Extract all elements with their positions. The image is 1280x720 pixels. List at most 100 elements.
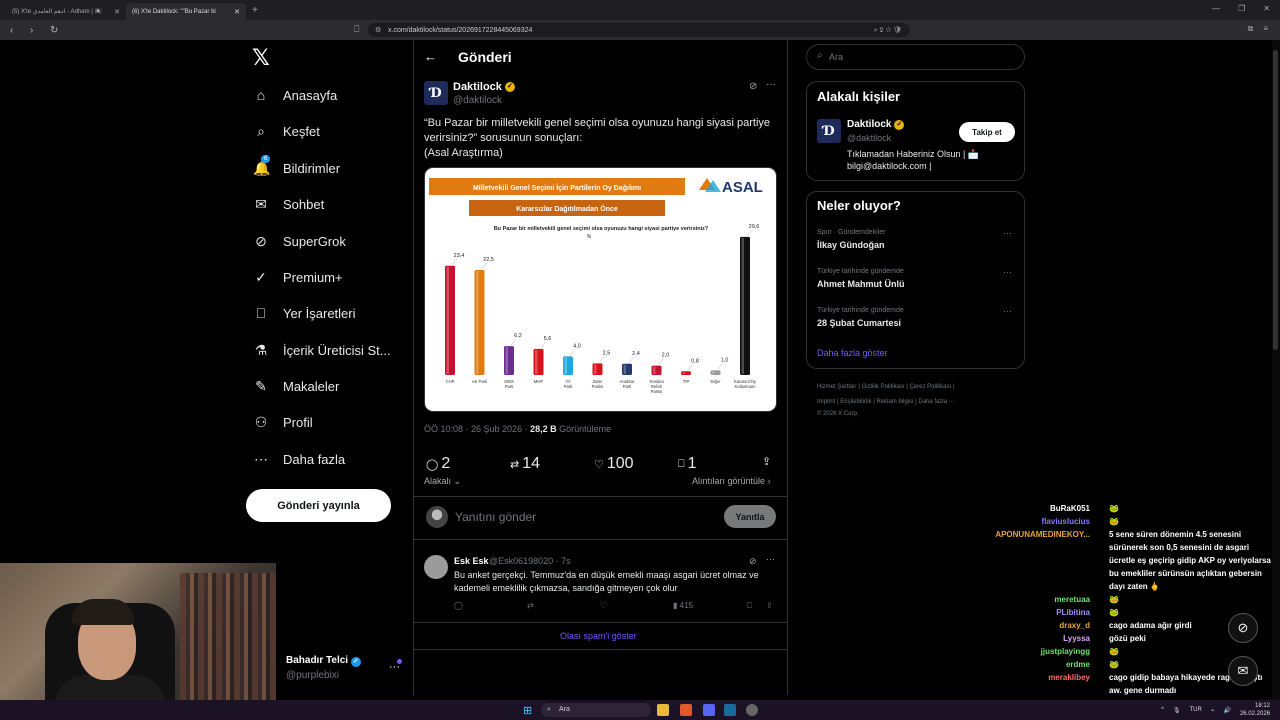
- view-quotes-link[interactable]: Alıntıları görüntüle ›: [692, 476, 771, 486]
- author-handle[interactable]: @daktilock: [453, 95, 502, 106]
- trend-more-icon[interactable]: ···: [1003, 306, 1012, 316]
- trend-item[interactable]: 28 Şubat Cumartesi: [817, 318, 901, 328]
- show-more-link[interactable]: Daha fazla göster: [817, 348, 888, 358]
- nav-item-label: Premium+: [283, 270, 343, 285]
- grok-fab-icon[interactable]: ⊘: [1228, 613, 1258, 643]
- close-icon[interactable]: ✕: [114, 8, 120, 16]
- related-name[interactable]: Daktilock ✓: [847, 119, 905, 130]
- minimize-icon[interactable]: —: [1212, 4, 1220, 13]
- category-label: İYİ Parti: [564, 379, 573, 389]
- back-icon[interactable]: ‹: [10, 25, 20, 36]
- trend-item[interactable]: İlkay Gündoğan: [817, 240, 885, 250]
- related-avatar[interactable]: Ɗ: [817, 119, 841, 143]
- comment-avatar[interactable]: [424, 555, 448, 579]
- nav-item-more-circle[interactable]: ⋯ Daha fazla: [253, 451, 345, 468]
- search-box[interactable]: ⌕ Ara: [806, 44, 1025, 70]
- nav-item-studio[interactable]: ⚗ İçerik Üreticisi St...: [253, 342, 391, 359]
- close-icon[interactable]: ✕: [234, 8, 240, 16]
- show-spam-link[interactable]: Olası spam'i göster: [560, 631, 637, 641]
- related-handle[interactable]: @daktilock: [847, 133, 891, 143]
- volume-icon[interactable]: 🔊: [1223, 707, 1230, 714]
- trend-more-icon[interactable]: ···: [1003, 267, 1012, 277]
- repost-icon[interactable]: ⇄: [527, 601, 534, 610]
- views-action[interactable]: ▮ 415: [673, 601, 693, 610]
- site-info-icon[interactable]: ⚙: [375, 26, 381, 34]
- share-icon[interactable]: ⇪: [766, 601, 773, 610]
- sort-dropdown[interactable]: Alakalı ⌄: [424, 476, 461, 487]
- menu-icon[interactable]: ≡: [1263, 24, 1268, 34]
- windows-start-icon[interactable]: ⊞: [523, 704, 532, 717]
- bar-highlight-5: [594, 364, 597, 374]
- trend-more-icon[interactable]: ···: [1003, 228, 1012, 238]
- x-logo[interactable]: 𝕏: [252, 46, 270, 71]
- browser-tab-active[interactable]: (6) X'te Daktilock: ""Bu Pazar bi ✕: [126, 3, 246, 20]
- grok-icon[interactable]: ⊘: [749, 81, 757, 92]
- follow-button[interactable]: Takip et: [959, 122, 1015, 142]
- share-action[interactable]: ⇪: [762, 455, 771, 468]
- scrollbar-thumb[interactable]: [1273, 50, 1278, 350]
- reply-button[interactable]: Yanıtla: [724, 505, 776, 528]
- steam-icon[interactable]: [724, 704, 736, 716]
- zoom-share-icons[interactable]: ⌕ ⇪ ☆ 🛡: [874, 26, 902, 35]
- user-avatar[interactable]: [426, 506, 448, 528]
- reply-icon[interactable]: ◯: [454, 601, 463, 610]
- more-options-icon[interactable]: ···: [766, 554, 775, 564]
- reload-icon[interactable]: ↻: [50, 25, 60, 36]
- heart-icon[interactable]: ♡: [600, 601, 607, 610]
- nav-item-article[interactable]: ✎ Makaleler: [253, 378, 339, 395]
- comment-author[interactable]: Esk Esk: [454, 556, 489, 566]
- close-window-icon[interactable]: ✕: [1263, 4, 1270, 13]
- nav-item-premium[interactable]: ✓ Premium+: [253, 269, 343, 286]
- comment-handle[interactable]: @Esk06198020 · 7s: [489, 556, 571, 566]
- trend-category: Spor · Gündemdekiler: [817, 229, 886, 236]
- nav-item-search[interactable]: ⌕ Keşfet: [253, 123, 320, 140]
- chart-image[interactable]: Milletvekili Genel Seçimi İçin Partileri…: [424, 167, 777, 412]
- nav-item-bell[interactable]: 🔔 6 Bildirimler: [253, 155, 340, 177]
- bar-leader-line: [481, 262, 487, 270]
- like-action[interactable]: ♡ 100: [594, 455, 634, 473]
- taskbar-search[interactable]: ⌕ Ara: [541, 703, 651, 717]
- nav-item-mail[interactable]: ✉ Sohbet: [253, 196, 324, 213]
- search-input[interactable]: Ara: [829, 52, 843, 62]
- more-options-icon[interactable]: ···: [766, 79, 776, 90]
- file-explorer-icon[interactable]: [657, 704, 669, 716]
- bookmark-icon[interactable]: ⎕: [747, 601, 752, 611]
- account-switcher[interactable]: Bahadır Telci ✓ @purplebixi: [286, 655, 361, 681]
- browser-tab[interactable]: (5) X'te ادهم العامدي - Adham | 🏴‍☠️ ✕: [6, 3, 126, 20]
- brave-browser-icon[interactable]: [680, 704, 692, 716]
- extensions-icon[interactable]: ⧉: [1248, 24, 1254, 34]
- bookmark-page-icon[interactable]: ⎕: [354, 24, 359, 35]
- category-label: Yeniden Refah Partisi: [649, 379, 665, 394]
- footer-links[interactable]: Hizmet Şartları | Gizlilik Politikası | …: [817, 379, 1022, 395]
- address-bar[interactable]: ⚙ x.com/daktilock/status/202691722844506…: [368, 23, 910, 37]
- nav-item-label: SuperGrok: [283, 234, 346, 249]
- reply-input[interactable]: Yanıtını gönder: [455, 510, 536, 524]
- bookmark-action[interactable]: ⎕ 1: [678, 455, 697, 473]
- nav-item-person[interactable]: ⚇ Profil: [253, 414, 313, 431]
- language-indicator[interactable]: TUR: [1190, 707, 1202, 713]
- mic-icon[interactable]: 🎙: [1173, 707, 1181, 714]
- author-name[interactable]: Daktilock ✓: [453, 81, 515, 93]
- tray-chevron-icon[interactable]: ^: [1161, 707, 1164, 713]
- messages-fab-icon[interactable]: ✉: [1228, 656, 1258, 686]
- nav-item-bookmark[interactable]: ⎕ Yer İşaretleri: [253, 305, 356, 322]
- bar-highlight-8: [682, 372, 685, 374]
- new-tab-icon[interactable]: +: [252, 5, 258, 16]
- forward-icon[interactable]: ›: [30, 25, 40, 36]
- maximize-icon[interactable]: ❐: [1238, 4, 1245, 13]
- obs-icon[interactable]: [746, 704, 758, 716]
- clock[interactable]: 18:12 26.02.2026: [1240, 702, 1270, 718]
- grok-icon[interactable]: ⊘: [749, 556, 757, 567]
- back-arrow-icon[interactable]: ←: [424, 49, 437, 64]
- nav-item-grok[interactable]: ⊘ SuperGrok: [253, 233, 346, 250]
- network-icon[interactable]: ⌁: [1211, 707, 1215, 714]
- trend-item[interactable]: Ahmet Mahmut Ünlü: [817, 279, 905, 289]
- repost-action[interactable]: ⇄ 14: [510, 455, 540, 473]
- discord-icon[interactable]: [703, 704, 715, 716]
- post-button[interactable]: Gönderi yayınla: [246, 489, 391, 522]
- author-avatar[interactable]: Ɗ: [424, 81, 448, 105]
- chevron-right-icon: ›: [767, 476, 771, 486]
- bar-value-label: 23,4: [454, 253, 465, 259]
- reply-action[interactable]: ◯ 2: [426, 455, 450, 473]
- nav-item-home[interactable]: ⌂ Anasayfa: [253, 87, 337, 103]
